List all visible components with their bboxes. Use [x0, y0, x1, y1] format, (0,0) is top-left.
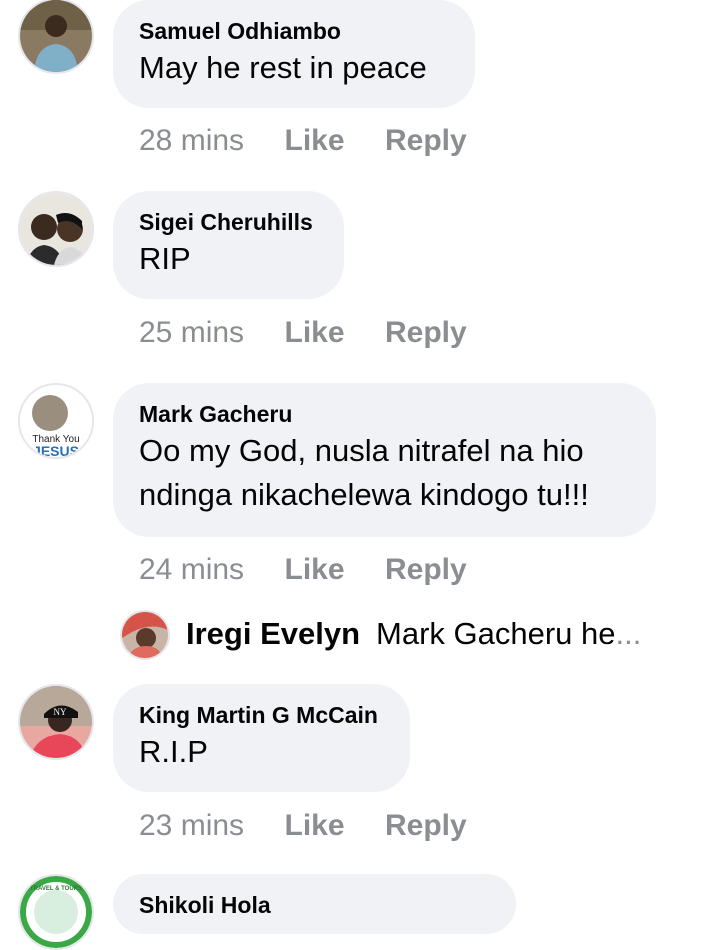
comment-actions: 24 mins Like Reply	[139, 553, 503, 593]
reply-button[interactable]: Reply	[385, 124, 467, 157]
reply-ellipsis: ...	[615, 616, 642, 651]
avatar[interactable]: TRAVEL & TOURS	[18, 874, 94, 950]
commenter-name[interactable]: King Martin G McCain	[139, 700, 384, 730]
cap-logo-icon: NY	[54, 707, 67, 717]
comment-bubble: King Martin G McCain R.I.P	[113, 684, 410, 792]
comment-bubble: Shikoli Hola	[113, 874, 516, 934]
reply-button[interactable]: Reply	[385, 809, 467, 842]
comment-bubble: Sigei Cheruhills RIP	[113, 191, 344, 299]
comment-bubble: Samuel Odhiambo May he rest in peace	[113, 0, 475, 108]
like-button[interactable]: Like	[285, 124, 345, 157]
comment-text: May he rest in peace	[139, 50, 427, 85]
avatar[interactable]	[120, 610, 170, 660]
commenter-name[interactable]: Sigei Cheruhills	[139, 207, 318, 237]
comment-text: RIP	[139, 241, 191, 276]
like-button[interactable]: Like	[285, 553, 345, 586]
like-button[interactable]: Like	[285, 809, 345, 842]
reply-snippet: Mark Gacheru he...	[376, 616, 641, 652]
comment-actions: 25 mins Like Reply	[139, 316, 503, 356]
comment-time[interactable]: 28 mins	[139, 124, 244, 157]
avatar[interactable]	[18, 191, 94, 267]
like-button[interactable]: Like	[285, 316, 345, 349]
comment-time[interactable]: 25 mins	[139, 316, 244, 349]
reply-button[interactable]: Reply	[385, 316, 467, 349]
reply-author-name[interactable]: Iregi Evelyn	[186, 616, 360, 652]
travel-logo-text: TRAVEL & TOURS	[30, 886, 82, 892]
comment-bubble: Mark Gacheru Oo my God, nusla nitrafel n…	[113, 383, 656, 537]
comment-text-line: Oo my God, nusla nitrafel na hio	[139, 433, 584, 468]
comment-actions: 28 mins Like Reply	[139, 124, 503, 164]
comment-text: R.I.P	[139, 734, 208, 769]
avatar[interactable]: NY	[18, 684, 94, 760]
comment-actions: 23 mins Like Reply	[139, 809, 503, 849]
avatar[interactable]: Thank You JESUS	[18, 383, 94, 459]
avatar[interactable]	[18, 0, 94, 74]
reply-button[interactable]: Reply	[385, 553, 467, 586]
comment-time[interactable]: 23 mins	[139, 809, 244, 842]
commenter-name[interactable]: Mark Gacheru	[139, 399, 630, 429]
comment-time[interactable]: 24 mins	[139, 553, 244, 586]
comment-text-line: ndinga nikachelewa kindogo tu!!!	[139, 477, 589, 512]
reply-snippet-text: Mark Gacheru he	[376, 616, 616, 651]
commenter-name[interactable]: Shikoli Hola	[139, 890, 490, 920]
commenter-name[interactable]: Samuel Odhiambo	[139, 16, 449, 46]
jesus-text: JESUS	[33, 443, 79, 457]
